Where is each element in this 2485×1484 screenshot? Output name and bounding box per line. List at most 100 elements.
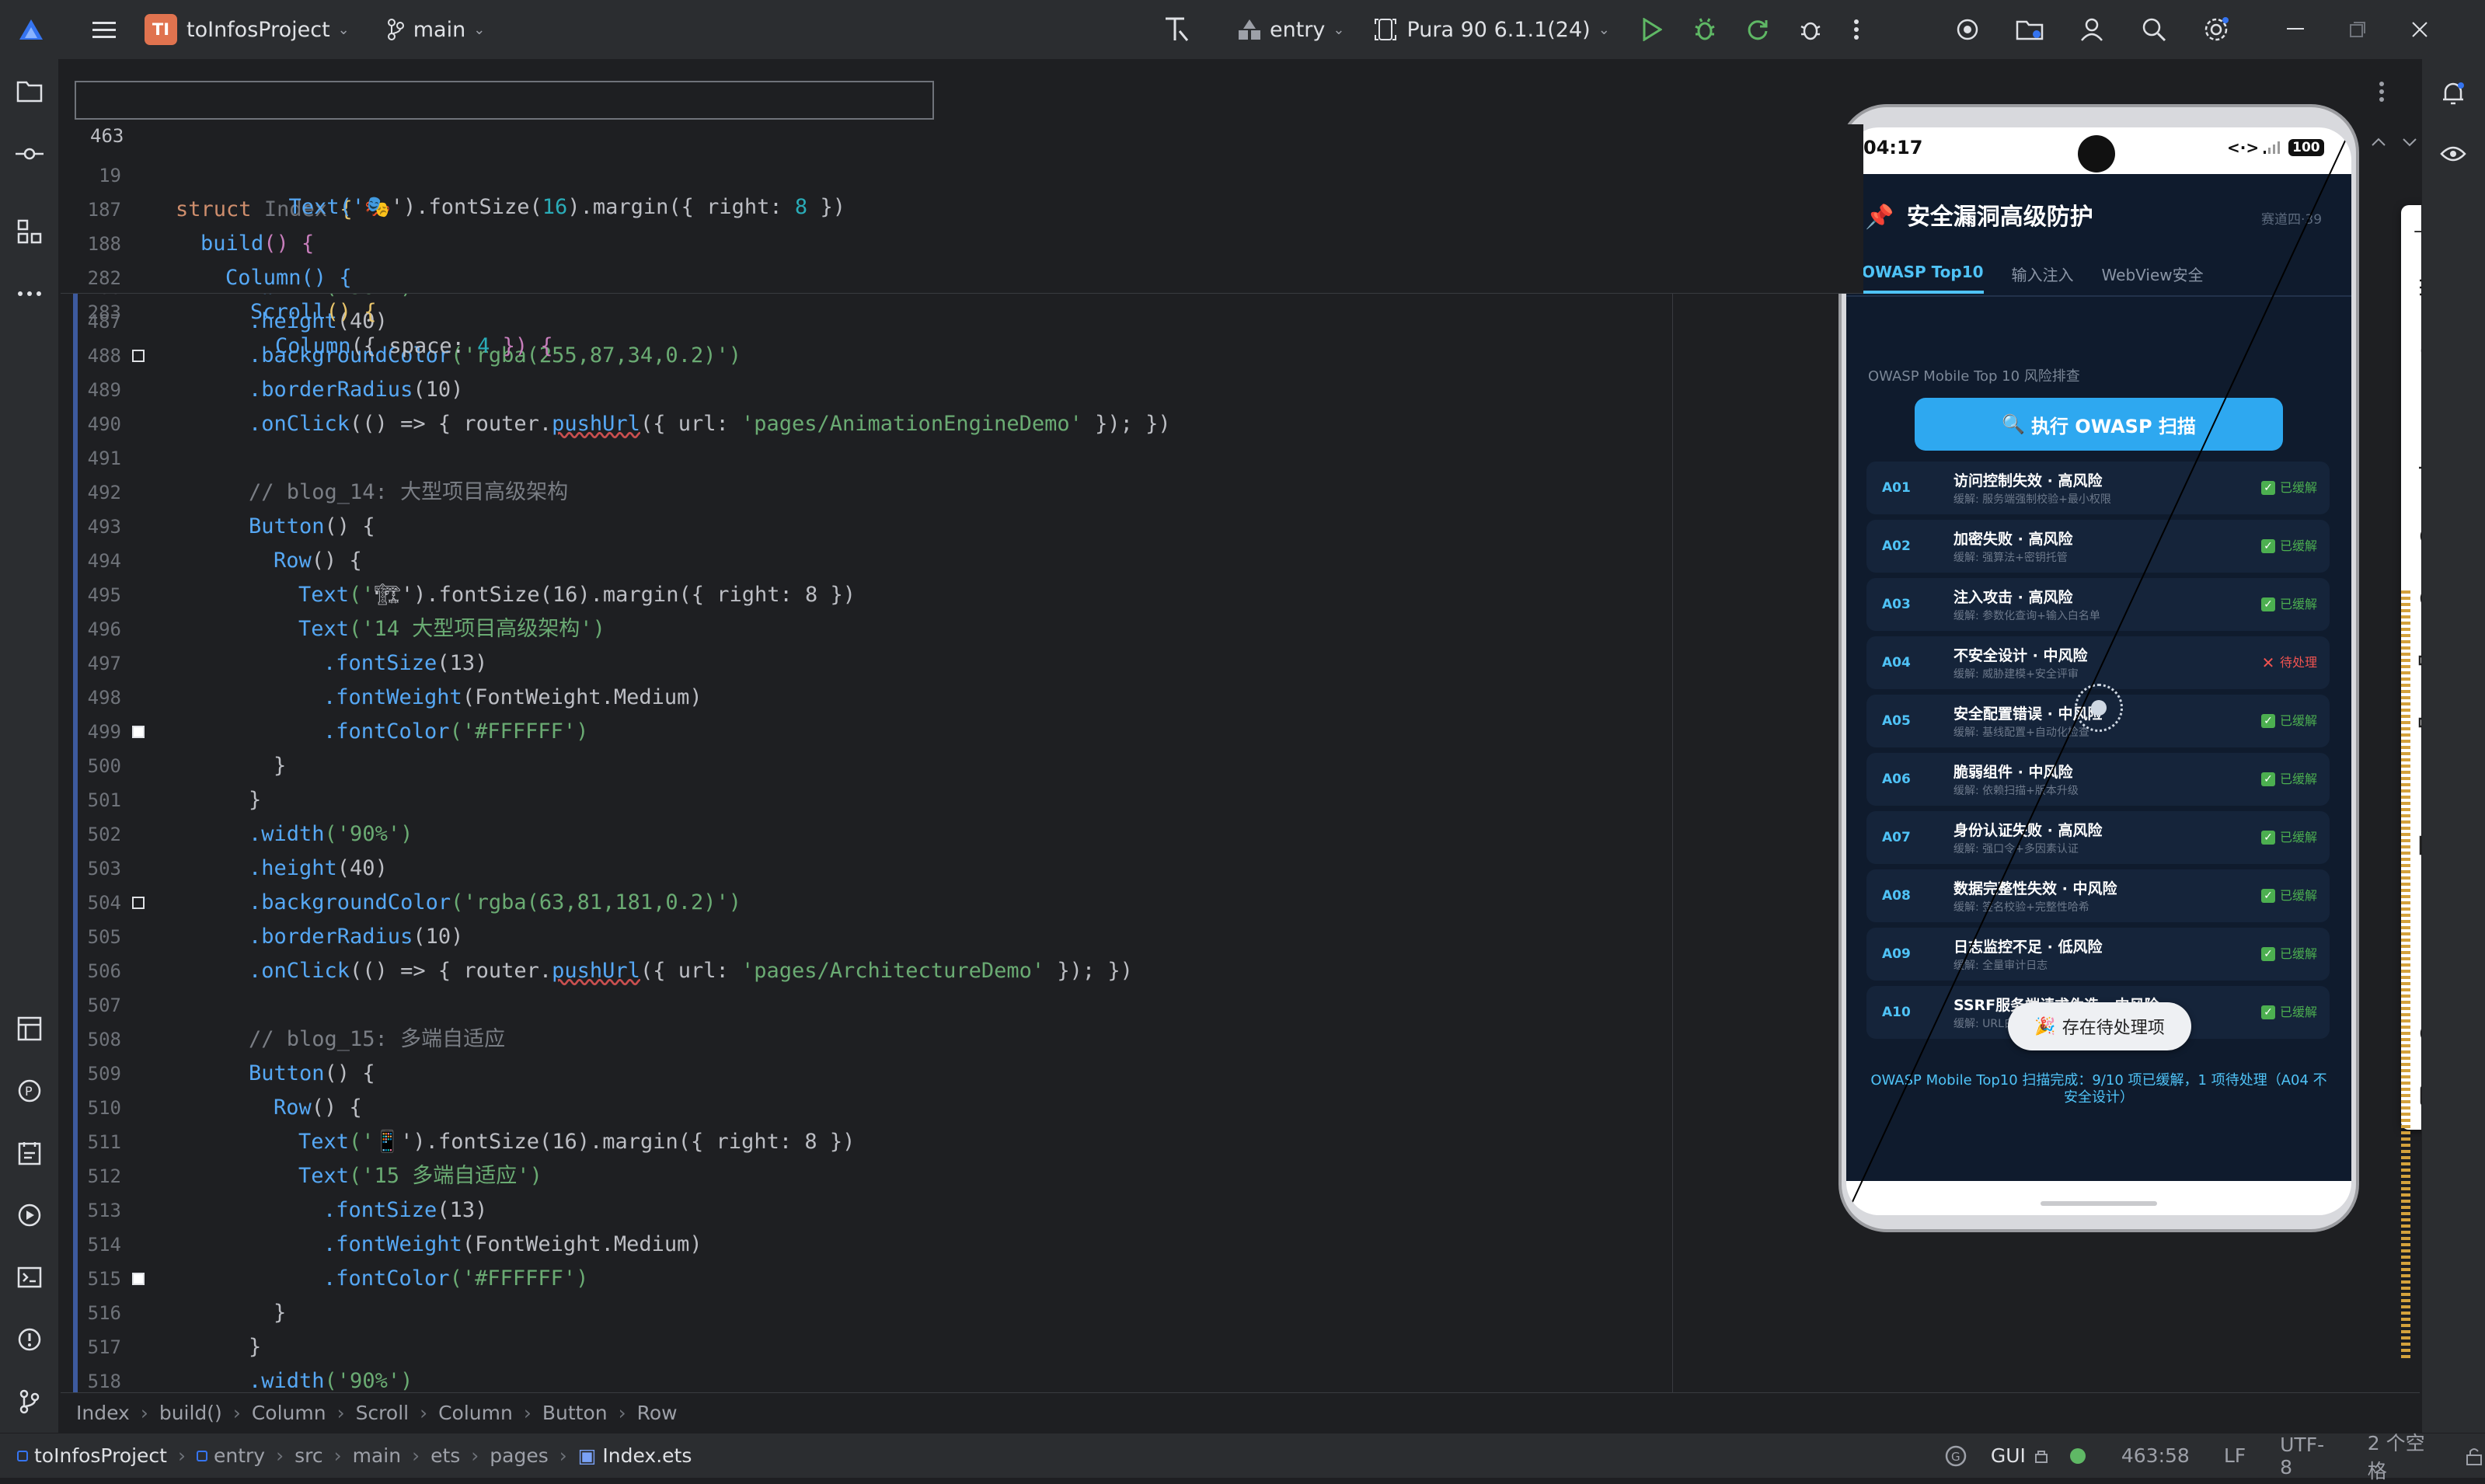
terminal-icon[interactable] bbox=[12, 1260, 47, 1294]
code-line[interactable]: 489 .borderRadius(10) bbox=[61, 373, 1677, 407]
more-tools-icon[interactable] bbox=[12, 277, 47, 311]
commit-icon[interactable] bbox=[12, 137, 47, 171]
path-item[interactable]: pages bbox=[490, 1444, 548, 1467]
breadcrumb-item[interactable]: build() bbox=[159, 1402, 222, 1424]
project-selector[interactable]: TI toInfosProject ⌄ bbox=[145, 14, 350, 45]
path-item[interactable]: main bbox=[353, 1444, 401, 1467]
path-item[interactable]: entry bbox=[214, 1444, 265, 1467]
code-line[interactable]: 500} bbox=[61, 749, 1677, 783]
code-line[interactable]: 498 .fontWeight(FontWeight.Medium) bbox=[61, 681, 1677, 715]
read-only-toggle-icon[interactable] bbox=[2463, 1444, 2485, 1468]
target-icon[interactable] bbox=[1950, 12, 1985, 47]
more-options-icon[interactable] bbox=[1845, 12, 1868, 47]
code-line[interactable]: 502 .width('90%') bbox=[61, 817, 1677, 852]
device-selector[interactable]: Pura 90 6.1.1(24) ⌄ bbox=[1374, 18, 1610, 42]
minimize-window-icon[interactable] bbox=[2278, 12, 2312, 47]
gutter-marker-icon[interactable] bbox=[132, 897, 145, 909]
search-icon[interactable] bbox=[2137, 12, 2171, 47]
code-line[interactable]: 518 .width('90%') bbox=[61, 1364, 1677, 1392]
main-menu-icon[interactable] bbox=[89, 14, 120, 45]
code-line[interactable]: 501} bbox=[61, 783, 1677, 817]
gutter-marker-icon[interactable] bbox=[132, 726, 145, 738]
breadcrumb-item[interactable]: Index bbox=[76, 1402, 130, 1424]
goto-line-popup[interactable]: 463 Text('🎭').fontSize(16).margin({ righ… bbox=[75, 81, 934, 219]
gui-mode-icon[interactable]: G bbox=[1943, 1442, 1969, 1470]
breadcrumb-item[interactable]: Button bbox=[542, 1402, 608, 1424]
code-line[interactable]: 497 .fontSize(13) bbox=[61, 646, 1677, 681]
restore-window-icon[interactable] bbox=[2340, 12, 2375, 47]
breadcrumb-item[interactable]: Scroll bbox=[356, 1402, 410, 1424]
reload-icon[interactable] bbox=[1741, 12, 1775, 47]
code-line[interactable]: 503 .height(40) bbox=[61, 852, 1677, 886]
code-line[interactable]: 491 bbox=[61, 441, 1677, 476]
branch-selector[interactable]: main ⌄ bbox=[387, 17, 485, 42]
code-line[interactable]: 495 Text('🏗').fontSize(16).margin({ right… bbox=[61, 578, 1677, 612]
code-text: } bbox=[274, 1301, 287, 1325]
home-indicator[interactable] bbox=[2041, 1201, 2157, 1206]
run-panel-icon[interactable] bbox=[12, 1198, 47, 1232]
code-line[interactable]: 513 .fontSize(13) bbox=[61, 1193, 1677, 1228]
run-config-selector[interactable]: entry ⌄ bbox=[1237, 18, 1344, 42]
gutter-marker-icon[interactable] bbox=[132, 1273, 145, 1285]
run-icon[interactable] bbox=[1635, 12, 1669, 47]
code-line[interactable]: 504 .backgroundColor('rgba(63,81,181,0.2)… bbox=[61, 886, 1677, 920]
breadcrumb-item[interactable]: Row bbox=[637, 1402, 678, 1424]
cursor-position[interactable]: 463:58 bbox=[2121, 1444, 2190, 1467]
path-item[interactable]: src bbox=[295, 1444, 323, 1467]
line-number: 518 bbox=[87, 1371, 121, 1392]
code-line[interactable]: 514 .fontWeight(FontWeight.Medium) bbox=[61, 1228, 1677, 1262]
attach-debugger-icon[interactable] bbox=[1793, 12, 1828, 47]
line-separator[interactable]: LF bbox=[2224, 1444, 2246, 1467]
scroll-down-icon[interactable] bbox=[2398, 131, 2420, 154]
path-item[interactable]: Index.ets bbox=[602, 1444, 692, 1467]
gui-label[interactable]: GUI bbox=[1991, 1444, 2026, 1467]
code-line[interactable]: 516} bbox=[61, 1296, 1677, 1330]
scroll-up-icon[interactable] bbox=[2367, 131, 2390, 154]
debug-icon[interactable] bbox=[1688, 12, 1722, 47]
code-line[interactable]: 510 Row() { bbox=[61, 1091, 1677, 1125]
path-item[interactable]: ets bbox=[430, 1444, 460, 1467]
file-encoding[interactable]: UTF-8 bbox=[2280, 1433, 2333, 1479]
branch-name: main bbox=[413, 17, 466, 42]
preview-icon[interactable] bbox=[2436, 137, 2470, 171]
path-item[interactable]: toInfosProject bbox=[34, 1444, 167, 1467]
status-ok-icon[interactable] bbox=[2068, 1446, 2086, 1466]
version-control-icon[interactable] bbox=[12, 1385, 47, 1419]
account-icon[interactable] bbox=[2075, 12, 2109, 47]
log-icon[interactable] bbox=[12, 1136, 47, 1170]
app-logo-icon[interactable] bbox=[16, 14, 47, 45]
structure-icon[interactable] bbox=[12, 214, 47, 249]
code-line[interactable]: 512 Text('15 多端自适应') bbox=[61, 1159, 1677, 1193]
chevron-down-icon: ⌄ bbox=[1333, 21, 1345, 38]
editor-options-icon[interactable] bbox=[2370, 75, 2393, 109]
editor-scrollbar-markers[interactable] bbox=[2401, 590, 2410, 1360]
code-line[interactable]: 511 Text('📱').fontSize(16).margin({ right… bbox=[61, 1125, 1677, 1159]
code-line[interactable]: 509 Button() { bbox=[61, 1057, 1677, 1091]
sticky-line[interactable]: 283 Column({ space: 4 }) { bbox=[61, 261, 1677, 358]
code-line[interactable]: 492 // blog_14: 大型项目高级架构 bbox=[61, 476, 1677, 510]
layout-inspector-icon[interactable] bbox=[12, 1012, 47, 1046]
code-line[interactable]: 517} bbox=[61, 1330, 1677, 1364]
code-line[interactable]: 499 .fontColor('#FFFFFF') bbox=[61, 715, 1677, 749]
project-folder-icon[interactable] bbox=[12, 75, 47, 109]
code-line[interactable]: 505 .borderRadius(10) bbox=[61, 920, 1677, 954]
code-line[interactable]: 508 // blog_15: 多端自适应 bbox=[61, 1022, 1677, 1057]
breadcrumb-item[interactable]: Column bbox=[252, 1402, 326, 1424]
breadcrumb-item[interactable]: Column bbox=[438, 1402, 513, 1424]
settings-icon[interactable] bbox=[2199, 12, 2233, 47]
code-line[interactable]: 507 bbox=[61, 988, 1677, 1022]
code-line[interactable]: 490 .onClick(() => { router.pushUrl({ url… bbox=[61, 407, 1677, 441]
code-line[interactable]: 496 Text('14 大型项目高级架构') bbox=[61, 612, 1677, 646]
build-tool-icon[interactable] bbox=[1158, 11, 1195, 48]
code-line[interactable]: 494 Row() { bbox=[61, 544, 1677, 578]
profiler-icon[interactable]: P bbox=[12, 1074, 47, 1108]
emulator-screen[interactable]: 04:17 <·> 100 📌 安全漏洞高级防护 赛道四·39 OWASP To… bbox=[1846, 127, 2351, 1215]
problems-icon[interactable] bbox=[12, 1322, 47, 1357]
code-line[interactable]: 493 Button() { bbox=[61, 510, 1677, 544]
notifications-icon[interactable] bbox=[2436, 76, 2470, 110]
close-window-icon[interactable] bbox=[2403, 12, 2437, 47]
code-line[interactable]: 515 .fontColor('#FFFFFF') bbox=[61, 1262, 1677, 1296]
device-manager-icon[interactable] bbox=[2013, 12, 2047, 47]
code-line[interactable]: 506 .onClick(() => { router.pushUrl({ url… bbox=[61, 954, 1677, 988]
indent-setting[interactable]: 2 个空格 bbox=[2368, 1428, 2440, 1484]
